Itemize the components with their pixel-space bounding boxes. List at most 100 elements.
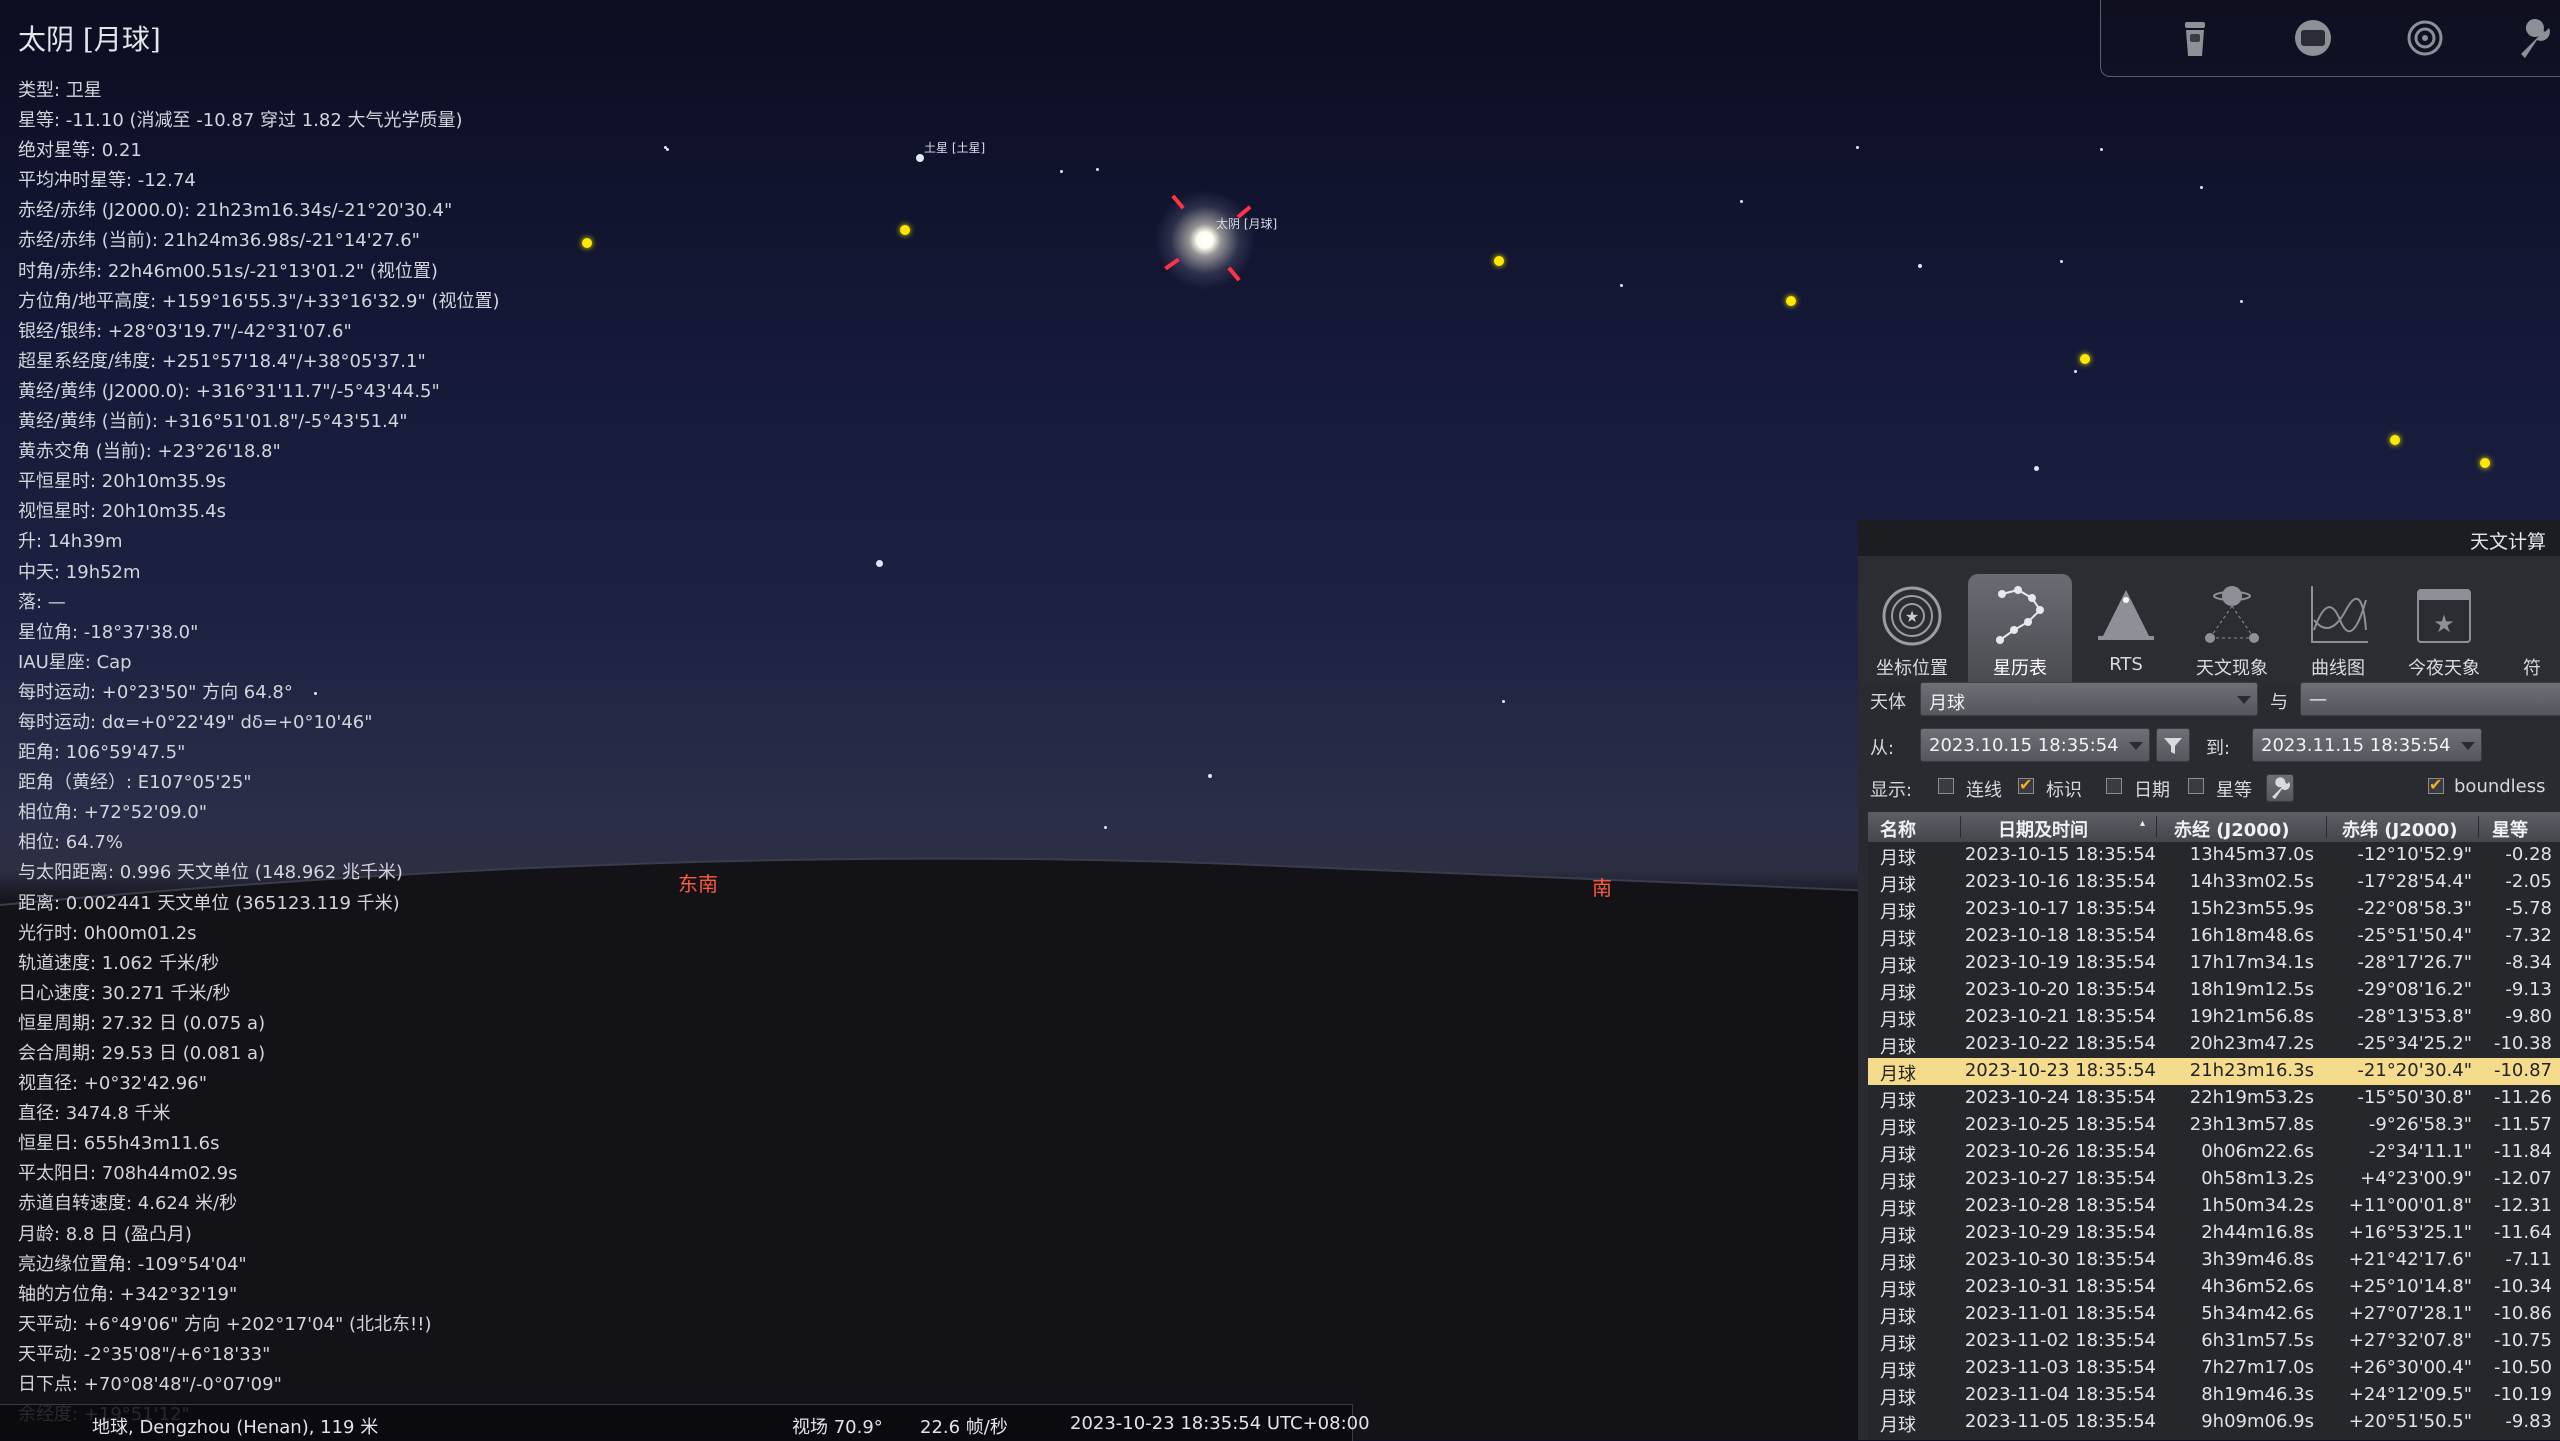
column-ra[interactable]: 赤经 (J2000): [2174, 816, 2290, 842]
table-row[interactable]: 月球 2023-10-29 18:35:54 2h44m16.8s +16°53'25…: [1868, 1220, 2560, 1247]
table-row[interactable]: 月球 2023-11-01 18:35:54 5h34m42.6s +27°07'28…: [1868, 1301, 2560, 1328]
table-row[interactable]: 月球 2023-10-22 18:35:54 20h23m47.2s -25°34'2…: [1868, 1031, 2560, 1058]
tab-ephemeris[interactable]: 星历表: [1968, 574, 2072, 684]
screen-icon[interactable]: [2289, 14, 2337, 62]
info-line: 直径: 3474.8 千米: [18, 1103, 171, 1125]
star[interactable]: [1918, 264, 1922, 268]
table-cell: -5.78: [2505, 898, 2552, 919]
table-row[interactable]: 月球 2023-10-28 18:35:54 1h50m34.2s +11°00'01…: [1868, 1193, 2560, 1220]
table-row[interactable]: 月球 2023-11-02 18:35:54 6h31m57.5s +27°32'07…: [1868, 1328, 2560, 1355]
labels-checkbox[interactable]: [2018, 775, 2034, 794]
planet-marker[interactable]: [900, 225, 910, 235]
column-name[interactable]: 名称: [1880, 816, 1916, 842]
table-row[interactable]: 月球 2023-10-19 18:35:54 17h17m34.1s -28°17'2…: [1868, 950, 2560, 977]
star[interactable]: [1856, 146, 1859, 149]
table-cell: +20°51'50.5": [2348, 1411, 2472, 1432]
moon[interactable]: [1155, 190, 1255, 290]
star[interactable]: [1208, 774, 1212, 778]
table-row[interactable]: 月球 2023-10-25 18:35:54 23h13m57.8s -9°26'58…: [1868, 1112, 2560, 1139]
table-cell: -21°20'30.4": [2357, 1060, 2472, 1081]
tab-rts[interactable]: RTS: [2074, 574, 2178, 684]
info-line: 赤道自转速度: 4.624 米/秒: [18, 1193, 238, 1215]
star[interactable]: [1104, 826, 1107, 829]
star[interactable]: [1502, 700, 1505, 703]
tab-more[interactable]: 符: [2498, 574, 2560, 684]
star[interactable]: [2060, 260, 2063, 263]
table-cell: 月球: [1880, 929, 1916, 950]
table-row[interactable]: 月球 2023-10-15 18:35:54 13h45m37.0s -12°10'5…: [1868, 842, 2560, 869]
wrench-icon[interactable]: [2511, 14, 2559, 62]
filter-icon: [2164, 738, 2182, 754]
magnitude-checkbox[interactable]: [2188, 778, 2204, 794]
table-row[interactable]: 月球 2023-11-05 18:35:54 9h09m06.9s +20°51'50…: [1868, 1409, 2560, 1436]
target-icon[interactable]: [2401, 14, 2449, 62]
info-line: 绝对星等: 0.21: [18, 140, 142, 162]
datetime-status[interactable]: 2023-10-23 18:35:54 UTC+08:00: [1070, 1413, 1370, 1434]
window-titlebar[interactable]: 天文计算: [1858, 520, 2560, 556]
table-cell: +16°53'25.1": [2348, 1222, 2472, 1243]
table-row[interactable]: 月球 2023-10-20 18:35:54 18h19m12.5s -29°08'1…: [1868, 977, 2560, 1004]
table-cell: 17h17m34.1s: [2189, 952, 2314, 973]
table-row[interactable]: 月球 2023-10-24 18:35:54 22h19m53.2s -15°50'3…: [1868, 1085, 2560, 1112]
info-line: 日心速度: 30.271 千米/秒: [18, 982, 231, 1004]
moon-label[interactable]: 太阴 [月球]: [1216, 215, 1277, 232]
star[interactable]: [2074, 370, 2077, 373]
table-cell: 18h19m12.5s: [2189, 979, 2314, 1000]
table-row[interactable]: 月球 2023-10-21 18:35:54 19h21m56.8s -28°13'5…: [1868, 1004, 2560, 1031]
star[interactable]: [2200, 186, 2203, 189]
table-row[interactable]: 月球 2023-10-23 18:35:54 21h23m16.3s -21°20'3…: [1868, 1058, 2560, 1085]
tab-phenomena[interactable]: 天文现象: [2180, 574, 2284, 684]
star[interactable]: [876, 560, 883, 567]
table-cell: 月球: [1880, 983, 1916, 1004]
star[interactable]: [2100, 148, 2103, 151]
table-row[interactable]: 月球 2023-10-18 18:35:54 16h18m48.6s -25°51'5…: [1868, 923, 2560, 950]
tab-graphs[interactable]: 曲线图: [2286, 574, 2390, 684]
lines-checkbox[interactable]: [1938, 778, 1954, 794]
planet-marker[interactable]: [1786, 296, 1796, 306]
table-row[interactable]: 月球 2023-10-26 18:35:54 0h06m22.6s -2°34'11.…: [1868, 1139, 2560, 1166]
tab-coordinates[interactable]: ★ 坐标位置: [1860, 574, 1964, 684]
to-date-input[interactable]: 2023.11.15 18:35:54: [2252, 728, 2482, 762]
star[interactable]: [1620, 284, 1623, 287]
info-line: 落: —: [18, 591, 66, 613]
table-row[interactable]: 月球 2023-11-04 18:35:54 8h19m46.3s +24°12'09…: [1868, 1382, 2560, 1409]
star[interactable]: [2034, 466, 2039, 471]
star[interactable]: [1740, 200, 1743, 203]
column-magnitude[interactable]: 星等: [2492, 816, 2528, 842]
dates-checkbox[interactable]: [2106, 778, 2122, 794]
star[interactable]: [916, 154, 924, 162]
with-select[interactable]: —: [2300, 682, 2560, 716]
planet-marker[interactable]: [2390, 435, 2400, 445]
star[interactable]: [1060, 170, 1063, 173]
star[interactable]: [2240, 300, 2243, 303]
trash-icon[interactable]: [2171, 14, 2219, 62]
column-dec[interactable]: 赤纬 (J2000): [2342, 816, 2458, 842]
from-date-input[interactable]: 2023.10.15 18:35:54: [1920, 728, 2150, 762]
settings-button[interactable]: [2266, 774, 2294, 802]
table-row[interactable]: 月球 2023-10-31 18:35:54 4h36m52.6s +25°10'14…: [1868, 1274, 2560, 1301]
table-cell: +24°12'09.5": [2348, 1384, 2472, 1405]
filter-button[interactable]: [2156, 728, 2190, 762]
table-row[interactable]: 月球 2023-10-30 18:35:54 3h39m46.8s +21°42'17…: [1868, 1247, 2560, 1274]
boundless-checkbox[interactable]: [2428, 775, 2444, 794]
star[interactable]: [664, 146, 667, 149]
table-cell: 2023-11-01 18:35:54: [1964, 1303, 2156, 1324]
info-line: 月龄: 8.8 日 (盈凸月): [18, 1223, 192, 1245]
table-cell: -12.31: [2493, 1195, 2552, 1216]
planet-marker[interactable]: [2080, 354, 2090, 364]
column-datetime[interactable]: 日期及时间: [1998, 816, 2088, 842]
sort-indicator-icon: ▴: [2140, 818, 2146, 829]
planet-marker[interactable]: [2480, 458, 2490, 468]
table-row[interactable]: 月球 2023-10-17 18:35:54 15h23m55.9s -22°08'5…: [1868, 896, 2560, 923]
ephemeris-table[interactable]: 名称 日期及时间 ▴ 赤经 (J2000) 赤纬 (J2000) 星等 月球 20…: [1868, 812, 2560, 1440]
location-status[interactable]: 地球, Dengzhou (Henan), 119 米: [92, 1413, 378, 1439]
body-select[interactable]: 月球: [1920, 682, 2258, 716]
planet-marker[interactable]: [1494, 256, 1504, 266]
table-cell: +11°00'01.8": [2348, 1195, 2472, 1216]
saturn-label[interactable]: 土星 [土星]: [924, 139, 985, 156]
star[interactable]: [1096, 168, 1099, 171]
table-row[interactable]: 月球 2023-11-03 18:35:54 7h27m17.0s +26°30'00…: [1868, 1355, 2560, 1382]
table-row[interactable]: 月球 2023-10-16 18:35:54 14h33m02.5s -17°28'5…: [1868, 869, 2560, 896]
fov-status[interactable]: 视场 70.9°: [792, 1413, 883, 1439]
table-row[interactable]: 月球 2023-10-27 18:35:54 0h58m13.2s +4°23'00.…: [1868, 1166, 2560, 1193]
